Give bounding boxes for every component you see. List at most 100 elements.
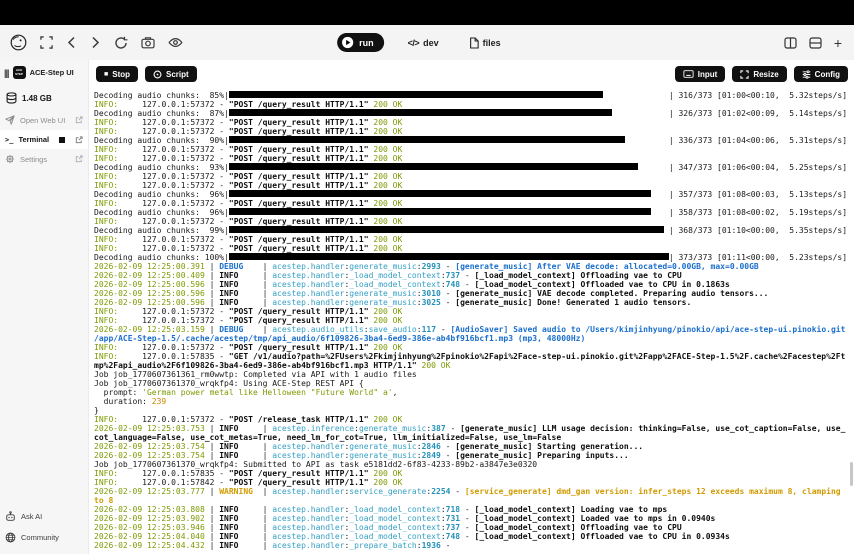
- split-columns-icon[interactable]: [784, 37, 797, 49]
- external-link-icon[interactable]: [75, 136, 83, 144]
- play-icon: [341, 36, 354, 49]
- terminal-line: 2026-02-09 12:25:03.159 | DEBUG | aceste…: [94, 325, 854, 334]
- files-label: files: [483, 38, 501, 48]
- globe-icon: [5, 532, 16, 543]
- run-label: run: [359, 38, 374, 48]
- sidebar-item-label: Ask AI: [21, 512, 42, 521]
- terminal-line: INFO: 127.0.0.1:57372 - "POST /query_res…: [94, 154, 854, 163]
- terminal-line: 2026-02-09 12:25:03.902 | INFO | acestep…: [94, 514, 854, 523]
- browser-toolbar: run </> dev files: [0, 25, 854, 61]
- external-link-icon[interactable]: [75, 155, 83, 163]
- sidebar-item-terminal[interactable]: >_ Terminal: [0, 130, 88, 149]
- terminal-line: 2026-02-09 12:25:03.777 | WARNING | aces…: [94, 487, 854, 496]
- reload-icon[interactable]: [114, 36, 128, 50]
- sidebar-item-label: Settings: [20, 155, 47, 164]
- terminal-line: 2026-02-09 12:25:00.596 | INFO | acestep…: [94, 289, 854, 298]
- disk-stack-icon: [6, 92, 17, 104]
- sidebar-item-open-web-ui[interactable]: Open Web UI: [0, 110, 88, 130]
- terminal-line: INFO: 127.0.0.1:57372 - "POST /query_res…: [94, 316, 854, 325]
- terminal-line: Decoding audio chunks: 90%|| 336/373 [01…: [94, 136, 854, 145]
- code-icon: </>: [408, 38, 420, 48]
- app-body: ||| ACE STEP ACE-Step UI 1.48 GB: [0, 60, 854, 554]
- drag-handle-icon[interactable]: |||: [4, 68, 9, 78]
- sidebar-item-community[interactable]: Community: [0, 527, 88, 548]
- menubar: [0, 0, 854, 25]
- terminal-line: Job job_1770607361370_wrqkfp4: Using ACE…: [94, 379, 854, 388]
- script-button[interactable]: Script: [145, 66, 197, 82]
- external-link-icon[interactable]: [75, 116, 83, 124]
- camera-icon[interactable]: [141, 36, 155, 49]
- sidebar-item-ask-ai[interactable]: Ask AI: [0, 506, 88, 527]
- terminal-line: /app/ACE-Step-1.5/.cache/acestep/tmp/api…: [94, 334, 854, 343]
- terminal-line: Job job_1770607361361_rm0wwtp: Completed…: [94, 370, 854, 379]
- eye-icon[interactable]: [168, 36, 183, 49]
- keyboard-icon: [683, 70, 694, 78]
- terminal-line: }: [94, 406, 854, 415]
- input-button[interactable]: Input: [675, 66, 726, 82]
- config-label: Config: [815, 70, 840, 79]
- memory-usage: 1.48 GB: [0, 86, 88, 110]
- terminal-line: INFO: 127.0.0.1:57835 - "GET /v1/audio?p…: [94, 352, 854, 361]
- terminal-line: to 8: [94, 496, 854, 505]
- terminal-line: duration: 239: [94, 397, 854, 406]
- input-label: Input: [698, 70, 718, 79]
- terminal-line: 2026-02-09 12:25:03.754 | INFO | acestep…: [94, 451, 854, 460]
- run-button[interactable]: run: [337, 33, 384, 52]
- terminal-line: Decoding audio chunks: 96%|| 358/373 [01…: [94, 208, 854, 217]
- back-icon[interactable]: [66, 36, 77, 49]
- terminal-icon: >_: [5, 136, 13, 144]
- terminal-output[interactable]: Decoding audio chunks: 85%|| 316/373 [01…: [89, 88, 854, 550]
- sidebar-item-label: Community: [21, 533, 59, 542]
- terminal-line: INFO: 127.0.0.1:57372 - "POST /query_res…: [94, 307, 854, 316]
- dev-label: dev: [423, 38, 439, 48]
- progress-bar: [229, 190, 669, 197]
- stop-button[interactable]: ■ Stop: [96, 66, 138, 82]
- send-icon: [5, 115, 15, 125]
- terminal-toolbar: ■ Stop Script: [89, 60, 854, 88]
- sidebar-header: ||| ACE STEP ACE-Step UI: [0, 60, 88, 86]
- terminal-line: INFO: 127.0.0.1:57372 - "POST /query_res…: [94, 181, 854, 190]
- split-rows-icon[interactable]: [809, 37, 822, 49]
- pinokio-logo-icon[interactable]: [10, 34, 27, 51]
- terminal-toolbar-right: Input Resize: [675, 66, 848, 82]
- stop-label: Stop: [112, 70, 130, 79]
- forward-icon[interactable]: [90, 36, 101, 49]
- robot-icon: [5, 511, 16, 522]
- terminal-line: Decoding audio chunks: 99%|| 368/373 [01…: [94, 226, 854, 235]
- terminal-line: 2026-02-09 12:25:00.596 | INFO | acestep…: [94, 280, 854, 289]
- running-stop-square-icon[interactable]: [59, 137, 65, 143]
- terminal-line: 2026-02-09 12:25:04.040 | INFO | acestep…: [94, 532, 854, 541]
- terminal-line: 2026-02-09 12:25:03.946 | INFO | acestep…: [94, 523, 854, 532]
- terminal-line: INFO: 127.0.0.1:57372 - "POST /query_res…: [94, 199, 854, 208]
- resize-button[interactable]: Resize: [732, 66, 786, 82]
- add-tab-button[interactable]: +: [834, 38, 842, 48]
- terminal-line: 2026-02-09 12:25:03.754 | INFO | acestep…: [94, 442, 854, 451]
- resize-label: Resize: [753, 70, 778, 79]
- files-button[interactable]: files: [463, 36, 507, 50]
- sidebar-footer: Ask AI Community: [0, 506, 88, 554]
- scrollbar[interactable]: [850, 462, 853, 486]
- terminal-line: INFO: 127.0.0.1:57372 - "POST /query_res…: [94, 145, 854, 154]
- terminal-line: INFO: 127.0.0.1:57372 - "POST /query_res…: [94, 217, 854, 226]
- terminal-line: INFO: 127.0.0.1:57842 - "POST /query_res…: [94, 478, 854, 487]
- memory-value: 1.48 GB: [22, 94, 52, 103]
- file-icon: [469, 37, 479, 49]
- progress-bar: [229, 253, 669, 260]
- sidebar-item-label: Terminal: [18, 135, 49, 144]
- terminal-line: 2026-02-09 12:25:03.753 | INFO | acestep…: [94, 424, 854, 433]
- config-button[interactable]: Config: [794, 66, 848, 82]
- progress-bar: [229, 109, 669, 116]
- terminal-line: Decoding audio chunks: 93%|| 347/373 [01…: [94, 163, 854, 172]
- terminal-line: Decoding audio chunks: 100%|| 373/373 [0…: [94, 253, 854, 262]
- dev-button[interactable]: </> dev: [402, 37, 445, 49]
- terminal-line: Decoding audio chunks: 87%|| 326/373 [01…: [94, 109, 854, 118]
- fullscreen-icon[interactable]: [40, 36, 53, 49]
- sidebar-item-settings[interactable]: Settings: [0, 149, 88, 169]
- gear-icon: [5, 154, 15, 164]
- toolbar-center-group: run </> dev files: [337, 25, 507, 60]
- ace-step-logo: ACE STEP: [13, 66, 26, 79]
- terminal-line: INFO: 127.0.0.1:57372 - "POST /query_res…: [94, 118, 854, 127]
- terminal-line: cot_language=False, use_cot_metas=True, …: [94, 433, 854, 442]
- terminal-line: INFO: 127.0.0.1:57372 - "POST /query_res…: [94, 172, 854, 181]
- terminal-line: INFO: 127.0.0.1:57372 - "POST /query_res…: [94, 127, 854, 136]
